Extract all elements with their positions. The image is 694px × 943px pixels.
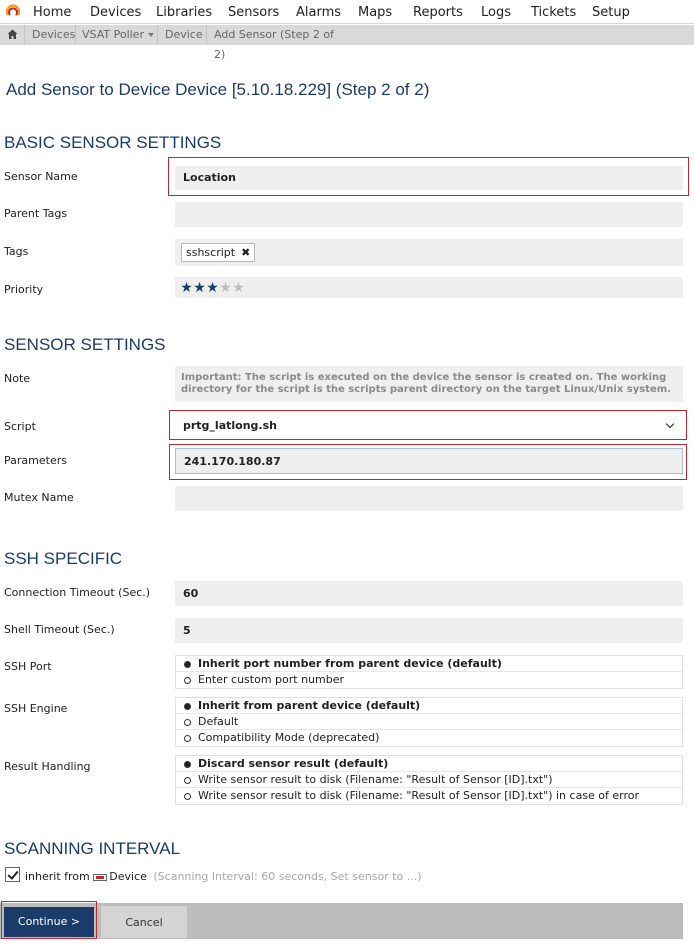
sensor-name-label: Sensor Name <box>4 170 78 183</box>
breadcrumb-devices[interactable]: Devices <box>24 25 75 45</box>
ssh-engine-option-inherit-label: Inherit from parent device (default) <box>198 699 421 712</box>
sensor-name-input[interactable]: Location <box>175 166 683 190</box>
parent-tags-field <box>175 202 683 227</box>
radio-empty-icon[interactable] <box>184 735 191 742</box>
result-option-write-error[interactable]: Write sensor result to disk (Filename: "… <box>176 788 682 804</box>
radio-empty-icon[interactable] <box>184 719 191 726</box>
radio-selected-icon[interactable] <box>184 703 191 710</box>
ssh-engine-option-compat-label: Compatibility Mode (deprecated) <box>198 731 380 744</box>
note-text: Important: The script is executed on the… <box>175 366 683 402</box>
priority-label: Priority <box>4 283 44 296</box>
ssh-engine-option-inherit[interactable]: Inherit from parent device (default) <box>176 698 682 714</box>
ssh-engine-option-compat[interactable]: Compatibility Mode (deprecated) <box>176 730 682 746</box>
ssh-engine-option-default-label: Default <box>198 715 239 728</box>
ssh-port-option-custom-label: Enter custom port number <box>198 673 345 686</box>
section-ssh-heading: SSH SPECIFIC <box>4 549 123 568</box>
inherit-label: inherit from <box>25 870 90 883</box>
radio-empty-icon[interactable] <box>184 677 191 684</box>
breadcrumb-current-label: Add Sensor (Step 2 of 2) <box>214 28 334 61</box>
ssh-port-option-inherit-label: Inherit port number from parent device (… <box>198 657 502 670</box>
menu-maps[interactable]: Maps <box>358 5 392 20</box>
priority-star-icon[interactable]: ★ <box>180 280 193 296</box>
page-title: Add Sensor to Device Device [5.10.18.229… <box>6 80 430 99</box>
menu-home[interactable]: Home <box>33 5 71 20</box>
connection-timeout-label: Connection Timeout (Sec.) <box>4 586 151 599</box>
priority-star-icon[interactable]: ★ <box>232 280 245 296</box>
radio-empty-icon[interactable] <box>184 777 191 784</box>
priority-stars[interactable]: ★★★★★ <box>180 280 245 296</box>
chevron-down-icon[interactable] <box>665 419 675 429</box>
priority-star-icon[interactable]: ★ <box>206 280 219 296</box>
script-select-value: prtg_latlong.sh <box>183 419 277 432</box>
breadcrumb: Devices VSAT Poller Device Add Sensor (S… <box>0 25 694 61</box>
result-option-discard-label: Discard sensor result (default) <box>198 757 389 770</box>
shell-timeout-input[interactable]: 5 <box>175 618 683 643</box>
interval-hint: (Scanning Interval: 60 seconds, Set sens… <box>153 870 422 883</box>
breadcrumb-vsat-poller-label[interactable]: VSAT Poller <box>82 28 144 41</box>
breadcrumb-vsat-poller[interactable]: VSAT Poller <box>75 25 157 45</box>
parameters-input[interactable]: 241.170.180.87 <box>175 448 683 474</box>
menu-logs[interactable]: Logs <box>481 5 511 20</box>
breadcrumb-devices-label[interactable]: Devices <box>32 28 75 41</box>
priority-star-icon[interactable]: ★ <box>219 280 232 296</box>
ssh-port-label: SSH Port <box>4 660 52 673</box>
menu-sensors[interactable]: Sensors <box>228 5 279 20</box>
inherit-row: inherit from Device (Scanning Interval: … <box>25 870 422 883</box>
breadcrumb-current: Add Sensor (Step 2 of 2) <box>206 25 346 61</box>
ssh-port-option-inherit[interactable]: Inherit port number from parent device (… <box>176 656 682 672</box>
ssh-port-radio-group: Inherit port number from parent device (… <box>175 655 683 689</box>
breadcrumb-device[interactable]: Device <box>157 25 207 45</box>
breadcrumb-device-label[interactable]: Device <box>165 28 203 41</box>
home-icon[interactable] <box>7 29 18 40</box>
tag-chip: sshscript ✖ <box>181 243 256 262</box>
device-link[interactable]: Device <box>109 870 147 883</box>
script-select[interactable]: prtg_latlong.sh <box>175 414 683 438</box>
prtg-logo-icon[interactable] <box>6 4 20 18</box>
section-basic-heading: BASIC SENSOR SETTINGS <box>4 133 222 152</box>
cancel-button[interactable]: Cancel <box>100 905 188 939</box>
tags-label: Tags <box>4 245 29 258</box>
top-navigation: Home Devices Libraries Sensors Alarms Ma… <box>0 0 694 24</box>
menu-alarms[interactable]: Alarms <box>296 5 341 20</box>
ssh-port-option-custom[interactable]: Enter custom port number <box>176 672 682 688</box>
result-option-write-error-label: Write sensor result to disk (Filename: "… <box>198 789 640 802</box>
ssh-engine-option-default[interactable]: Default <box>176 714 682 730</box>
menu-tickets[interactable]: Tickets <box>531 5 576 20</box>
mutex-input[interactable] <box>175 486 683 511</box>
chevron-down-icon[interactable] <box>147 33 154 37</box>
radio-empty-icon[interactable] <box>184 793 191 800</box>
result-handling-label: Result Handling <box>4 760 91 773</box>
section-sensor-heading: SENSOR SETTINGS <box>4 335 166 354</box>
parent-tags-label: Parent Tags <box>4 207 68 220</box>
close-icon[interactable]: ✖ <box>241 246 250 259</box>
mutex-label: Mutex Name <box>4 491 74 504</box>
inherit-checkbox[interactable] <box>5 867 20 882</box>
ssh-engine-label: SSH Engine <box>4 702 68 715</box>
shell-timeout-label: Shell Timeout (Sec.) <box>4 623 115 636</box>
priority-star-icon[interactable]: ★ <box>193 280 206 296</box>
menu-reports[interactable]: Reports <box>413 5 463 20</box>
device-icon <box>93 873 108 881</box>
result-handling-radio-group: Discard sensor result (default) Write se… <box>175 755 683 805</box>
result-option-write[interactable]: Write sensor result to disk (Filename: "… <box>176 772 682 788</box>
menu-libraries[interactable]: Libraries <box>156 5 212 20</box>
result-option-discard[interactable]: Discard sensor result (default) <box>176 756 682 772</box>
result-option-write-label: Write sensor result to disk (Filename: "… <box>198 773 553 786</box>
script-label: Script <box>4 420 36 433</box>
menu-setup[interactable]: Setup <box>592 5 630 20</box>
radio-selected-icon[interactable] <box>184 761 191 768</box>
priority-field <box>175 277 683 298</box>
note-label: Note <box>4 372 31 385</box>
continue-button[interactable]: Continue > <box>4 907 94 937</box>
connection-timeout-input[interactable]: 60 <box>175 581 683 606</box>
ssh-engine-radio-group: Inherit from parent device (default) Def… <box>175 697 683 747</box>
menu-devices[interactable]: Devices <box>90 5 141 20</box>
tag-chip-label: sshscript <box>186 246 236 259</box>
section-scanning-heading: SCANNING INTERVAL <box>4 839 181 858</box>
parameters-label: Parameters <box>4 454 67 467</box>
radio-selected-icon[interactable] <box>184 661 191 668</box>
